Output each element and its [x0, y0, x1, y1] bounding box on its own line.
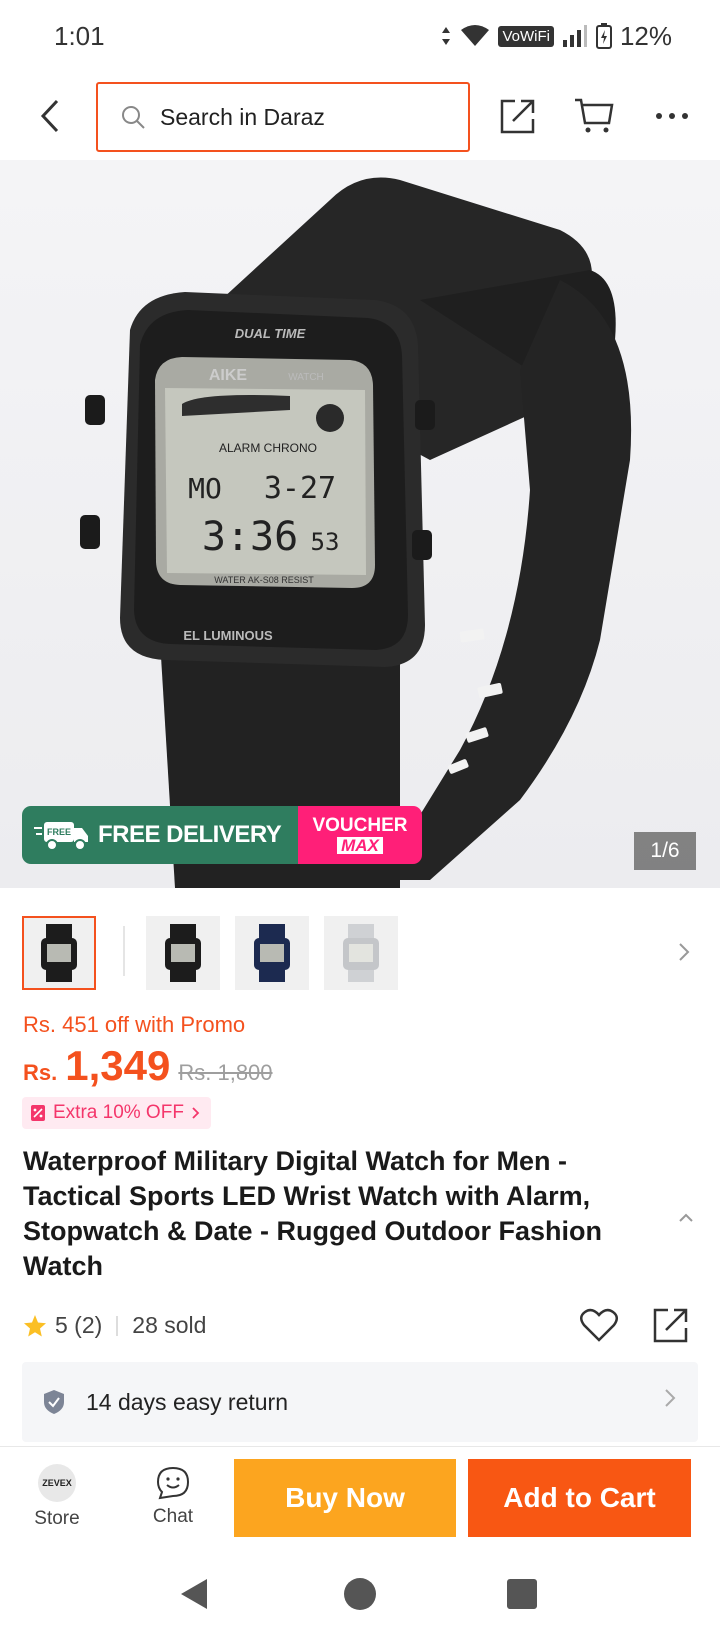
thumbnail-1[interactable]: [22, 916, 96, 990]
watch-thumbnail-icon: [254, 924, 290, 982]
voucher-max-label: MAX: [337, 837, 383, 854]
price-current: 1,349: [65, 1042, 171, 1089]
thumbnail-2[interactable]: [146, 916, 220, 990]
buy-now-button[interactable]: Buy Now: [234, 1459, 456, 1537]
watch-bezel-top-text: DUAL TIME: [235, 326, 306, 341]
battery-percent: 12%: [619, 20, 672, 51]
free-label: FREE: [47, 827, 71, 837]
signal-icon: [562, 25, 587, 47]
chevron-up-icon: [679, 1213, 693, 1222]
free-delivery-label: FREE DELIVERY: [98, 821, 282, 848]
search-placeholder: Search in Daraz: [160, 103, 325, 130]
image-counter: 1/6: [634, 832, 696, 870]
battery-icon: [595, 23, 612, 49]
store-button[interactable]: ZEVEX Store: [14, 1457, 100, 1537]
thumbnail-strip: [0, 912, 720, 992]
shield-check-icon: [44, 1390, 64, 1414]
watch-watch-text: WATCH: [288, 372, 324, 383]
bottom-action-bar: ZEVEX Store Chat Buy Now Add to Cart: [0, 1446, 720, 1548]
nav-back-icon: [181, 1579, 207, 1609]
chevron-right-icon: [192, 1107, 200, 1119]
delivery-truck-icon: FREE: [34, 822, 88, 851]
price-currency: Rs.: [23, 1060, 58, 1085]
wifi-icon: [461, 25, 490, 46]
collapse-title-button[interactable]: [674, 1206, 698, 1230]
thumbnail-3[interactable]: [235, 916, 309, 990]
thumbnail-4[interactable]: [324, 916, 398, 990]
watch-date-text: 3-27: [264, 471, 336, 506]
status-bar: 1:01 VoWiFi 12%: [0, 0, 720, 72]
promo-discount-text: Rs. 451 off with Promo: [23, 1012, 246, 1037]
watch-bezel-bottom-text: EL LUMINOUS: [183, 628, 273, 643]
watch-brand-text: AIKE: [209, 367, 248, 384]
sold-count: 28 sold: [132, 1312, 207, 1338]
watch-thumbnail-icon: [343, 924, 379, 982]
heart-icon: [580, 1308, 618, 1342]
price-row: Rs. 1,349 Rs. 1,800: [23, 1042, 273, 1090]
product-title: Waterproof Military Digital Watch for Me…: [23, 1146, 602, 1281]
chevron-right-icon: [679, 943, 690, 961]
share-icon: [653, 1308, 688, 1343]
extra-off-badge[interactable]: Extra 10% OFF: [22, 1097, 211, 1129]
voucher-icon: [31, 1105, 45, 1121]
back-button[interactable]: [30, 94, 70, 138]
thumbnail-divider: [123, 926, 125, 976]
watch-day-text: MO: [188, 472, 222, 505]
search-icon: [122, 106, 145, 129]
nav-recents-button[interactable]: [502, 1574, 542, 1614]
watch-seconds-text: 53: [311, 528, 340, 556]
voucher-label: VOUCHER: [312, 815, 408, 836]
cart-button[interactable]: [572, 94, 616, 138]
store-logo: ZEVEX: [38, 1464, 76, 1502]
nav-home-button[interactable]: [340, 1574, 380, 1614]
share-button[interactable]: [496, 94, 540, 138]
return-policy-text: 14 days easy return: [86, 1388, 289, 1415]
rating-row[interactable]: 5 (2) 28 sold: [23, 1312, 206, 1339]
nav-recents-icon: [507, 1579, 537, 1609]
rating-divider: [116, 1315, 119, 1336]
watch-water-text: WATER AK-S08 RESIST: [214, 575, 314, 585]
cart-icon: [575, 98, 614, 133]
store-label: Store: [34, 1508, 80, 1529]
back-arrow-icon: [40, 99, 59, 133]
more-button[interactable]: [650, 94, 694, 138]
star-icon: [24, 1314, 46, 1336]
vowifi-badge: VoWiFi: [498, 25, 554, 47]
product-image-gallery[interactable]: DUAL TIME AIKE WATCH ALARM CHRONO MO 3-2…: [0, 160, 720, 888]
price-original: Rs. 1,800: [178, 1060, 273, 1085]
more-icon: [656, 113, 688, 119]
watch-mode-text: ALARM CHRONO: [219, 441, 317, 455]
chevron-right-icon: [665, 1389, 676, 1407]
thumbnail-next-button[interactable]: [672, 934, 696, 970]
watch-thumbnail-icon: [41, 924, 77, 982]
product-image: DUAL TIME AIKE WATCH ALARM CHRONO MO 3-2…: [80, 177, 632, 888]
chat-button[interactable]: Chat: [130, 1457, 216, 1537]
watch-time-text: 3:36: [202, 514, 298, 560]
share-icon: [500, 99, 535, 134]
rating-value: 5 (2): [55, 1312, 103, 1338]
return-policy-row[interactable]: 14 days easy return: [22, 1362, 698, 1442]
free-delivery-badge: FREE FREE DELIVERY: [22, 806, 298, 864]
search-input[interactable]: Search in Daraz: [96, 82, 470, 152]
chat-label: Chat: [152, 1506, 194, 1527]
extra-off-label: Extra 10% OFF: [53, 1102, 184, 1123]
data-arrows-icon: [442, 27, 451, 45]
wishlist-button[interactable]: [578, 1304, 620, 1346]
header: Search in Daraz: [0, 74, 720, 160]
nav-back-button[interactable]: [174, 1574, 214, 1614]
watch-thumbnail-icon: [165, 924, 201, 982]
add-to-cart-button[interactable]: Add to Cart: [468, 1459, 691, 1537]
free-delivery-voucher-badge: FREE FREE DELIVERY VOUCHER MAX: [22, 806, 422, 864]
status-time: 1:01: [54, 20, 105, 51]
system-nav-bar: [0, 1548, 720, 1640]
status-icons: VoWiFi 12%: [440, 21, 672, 52]
voucher-max-badge: VOUCHER MAX: [298, 806, 422, 864]
nav-home-icon: [344, 1578, 376, 1610]
share-product-button[interactable]: [650, 1304, 692, 1346]
chat-icon: [156, 1466, 190, 1500]
